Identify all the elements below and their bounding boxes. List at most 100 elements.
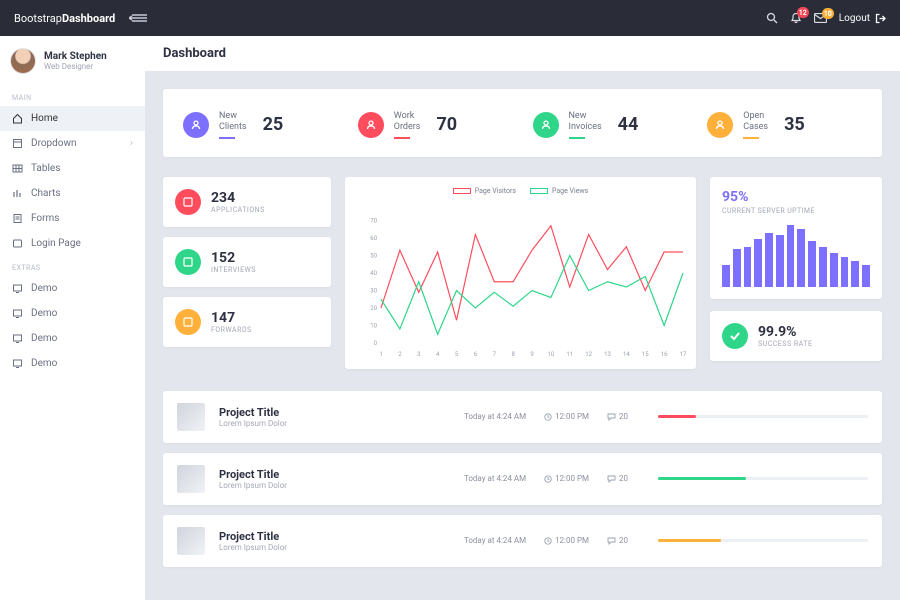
- sidebar-item-login-page[interactable]: Login Page: [0, 231, 145, 256]
- demo-icon: [12, 308, 23, 319]
- user-role: Web Designer: [44, 62, 107, 71]
- search-icon[interactable]: [766, 12, 778, 24]
- right-column: 95% CURRENT SERVER UPTIME 99.9% SUCCESS …: [710, 177, 882, 369]
- avatar: [10, 48, 36, 74]
- stat-icon: [175, 309, 201, 335]
- svg-text:15: 15: [642, 351, 649, 358]
- sidebar-section-extras: EXTRAS: [0, 256, 145, 276]
- svg-text:8: 8: [511, 351, 515, 358]
- svg-text:16: 16: [661, 351, 668, 358]
- svg-text:13: 13: [604, 351, 611, 358]
- logout-button[interactable]: Logout: [839, 13, 886, 24]
- sidebar-item-charts[interactable]: Charts: [0, 181, 145, 206]
- sidebar-item-demo[interactable]: Demo: [0, 276, 145, 301]
- sidebar-item-label: Forms: [31, 213, 59, 224]
- stat-icon: [175, 189, 201, 215]
- success-label: SUCCESS RATE: [758, 340, 812, 348]
- kpi-value: 44: [618, 114, 639, 135]
- demo-icon: [12, 283, 23, 294]
- svg-text:14: 14: [623, 351, 630, 358]
- project-subtitle: Lorem Ipsum Dolor: [219, 419, 287, 428]
- visitors-chart: Page Visitors Page Views 010203040506070…: [345, 177, 696, 369]
- sidebar-item-demo[interactable]: Demo: [0, 351, 145, 376]
- success-value: 99.9%: [758, 324, 812, 340]
- project-progress: [658, 477, 868, 480]
- project-row[interactable]: Project TitleLorem Ipsum DolorToday at 4…: [163, 453, 882, 505]
- uptime-card: 95% CURRENT SERVER UPTIME: [710, 177, 882, 299]
- sidebar: Mark Stephen Web Designer MAIN HomeDropd…: [0, 36, 145, 600]
- project-thumbnail: [177, 527, 205, 555]
- kpi-icon: [358, 112, 384, 138]
- sidebar-item-home[interactable]: Home: [0, 106, 145, 131]
- project-row[interactable]: Project TitleLorem Ipsum DolorToday at 4…: [163, 391, 882, 443]
- project-comments: 20: [607, 536, 628, 545]
- mail-icon[interactable]: 10: [814, 13, 827, 23]
- project-progress: [658, 415, 868, 418]
- uptime-bar: [787, 225, 795, 287]
- project-time: 12:00 PM: [544, 536, 589, 545]
- project-thumbnail: [177, 403, 205, 431]
- project-subtitle: Lorem Ipsum Dolor: [219, 481, 287, 490]
- kpi-icon: [183, 112, 209, 138]
- mail-badge: 10: [822, 8, 834, 19]
- user-block[interactable]: Mark Stephen Web Designer: [0, 36, 145, 86]
- check-icon: [722, 323, 748, 349]
- home-icon: [12, 113, 23, 124]
- success-card: 99.9% SUCCESS RATE: [710, 311, 882, 361]
- kpi-value: 70: [436, 114, 457, 135]
- project-comments: 20: [607, 412, 628, 421]
- stat-value: 152: [211, 250, 256, 266]
- sidebar-item-label: Demo: [31, 283, 57, 294]
- project-title: Project Title: [219, 530, 287, 543]
- svg-text:20: 20: [370, 305, 377, 312]
- stat-applications: 234APPLICATIONS: [163, 177, 331, 227]
- table-icon: [12, 163, 23, 174]
- legend-item-views: Page Views: [530, 187, 588, 195]
- svg-text:3: 3: [417, 351, 420, 358]
- uptime-bar: [776, 235, 784, 287]
- svg-text:12: 12: [585, 351, 592, 358]
- uptime-bar: [765, 233, 773, 287]
- svg-text:40: 40: [370, 270, 377, 277]
- chart-legend: Page Visitors Page Views: [357, 187, 684, 195]
- sidebar-item-label: Dropdown: [31, 138, 77, 149]
- login-icon: [12, 238, 23, 249]
- kpi-label: WorkOrders: [394, 111, 421, 139]
- project-date: Today at 4:24 AM: [464, 474, 526, 483]
- kpi-label: NewInvoices: [569, 111, 602, 139]
- stat-label: INTERVIEWS: [211, 266, 256, 274]
- brand[interactable]: BootstrapDashboard: [14, 12, 115, 25]
- project-row[interactable]: Project TitleLorem Ipsum DolorToday at 4…: [163, 515, 882, 567]
- uptime-bar: [830, 253, 838, 287]
- kpi-value: 25: [263, 114, 284, 135]
- uptime-bar: [754, 239, 762, 287]
- sidebar-item-demo[interactable]: Demo: [0, 301, 145, 326]
- uptime-bar: [733, 249, 741, 287]
- uptime-bar: [841, 257, 849, 287]
- uptime-bars: [722, 225, 870, 287]
- kpi-icon: [533, 112, 559, 138]
- uptime-bar: [808, 241, 816, 287]
- sidebar-item-tables[interactable]: Tables: [0, 156, 145, 181]
- sidebar-item-forms[interactable]: Forms: [0, 206, 145, 231]
- uptime-bar: [797, 229, 805, 287]
- svg-text:9: 9: [530, 351, 533, 358]
- sidebar-item-label: Charts: [31, 188, 61, 199]
- sidebar-item-dropdown[interactable]: Dropdown›: [0, 131, 145, 156]
- svg-text:10: 10: [548, 351, 555, 358]
- user-name: Mark Stephen: [44, 51, 107, 62]
- project-thumbnail: [177, 465, 205, 493]
- sidebar-item-label: Login Page: [31, 238, 81, 249]
- sidebar-toggle-icon[interactable]: [129, 13, 147, 23]
- svg-text:7: 7: [493, 351, 497, 358]
- kpi-clients: NewClients25: [183, 111, 338, 139]
- svg-text:30: 30: [370, 287, 377, 294]
- kpi-row: NewClients25WorkOrders70NewInvoices44Ope…: [163, 89, 882, 157]
- uptime-bar: [722, 265, 730, 287]
- bell-icon[interactable]: 12: [790, 12, 802, 24]
- demo-icon: [12, 358, 23, 369]
- svg-text:2: 2: [398, 351, 402, 358]
- sidebar-item-demo[interactable]: Demo: [0, 326, 145, 351]
- kpi-orders: WorkOrders 70: [358, 111, 513, 139]
- project-comments: 20: [607, 474, 628, 483]
